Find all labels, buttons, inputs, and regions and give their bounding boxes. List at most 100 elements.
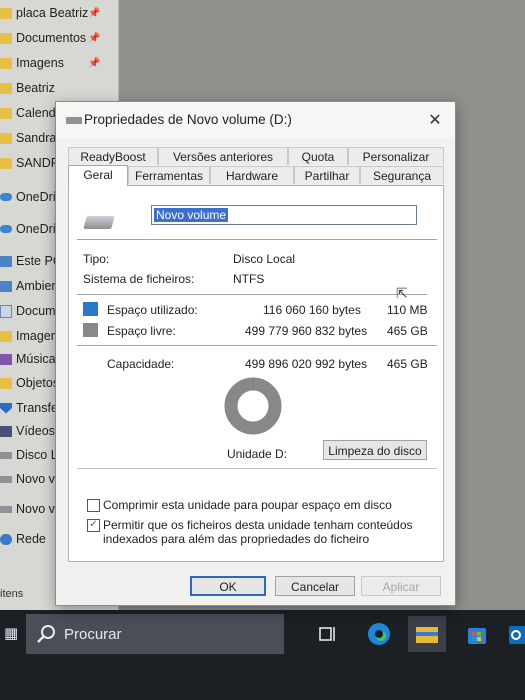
used-space-swatch: [83, 302, 98, 316]
capacity-bytes: 499 896 020 992 bytes: [245, 357, 368, 371]
filesystem-value: NTFS: [233, 272, 265, 286]
free-space-label: Espaço livre:: [107, 324, 176, 338]
tab-quota[interactable]: Quota: [288, 147, 348, 165]
pin-icon: 📌: [88, 57, 101, 69]
nav-item-label: Beatriz: [16, 81, 55, 95]
store-taskbar-button[interactable]: [458, 616, 496, 652]
drive-icon: [0, 505, 12, 513]
index-checkbox[interactable]: ✓: [87, 519, 100, 532]
music-icon: [0, 353, 12, 365]
tab-versoes-anteriores[interactable]: Versões anteriores: [158, 147, 288, 165]
volume-name-value[interactable]: Novo volume: [154, 208, 229, 222]
cancel-button[interactable]: Cancelar: [275, 576, 355, 596]
free-space-bytes: 499 779 960 832 bytes: [245, 324, 368, 338]
compress-label: Comprimir esta unidade para poupar espaç…: [103, 498, 392, 512]
down-icon: [0, 402, 12, 414]
task-view-icon: [319, 627, 335, 641]
nav-item[interactable]: placa Beatriz 📌: [0, 2, 118, 24]
file-explorer-taskbar-button[interactable]: [408, 616, 446, 652]
separator: [77, 294, 427, 295]
pin-icon: 📌: [88, 7, 101, 19]
ok-button[interactable]: OK: [190, 576, 266, 596]
nav-item[interactable]: Imagens 📌: [0, 52, 118, 74]
windows-start-icon[interactable]: ▦: [4, 624, 18, 642]
tab-ferramentas[interactable]: Ferramentas: [128, 166, 210, 184]
apply-button: Aplicar: [361, 576, 441, 596]
free-space-ring: [224, 377, 282, 435]
cloud-icon: [0, 225, 12, 233]
index-label-line2: indexados para além das propriedades do …: [103, 532, 370, 546]
video-icon: [0, 425, 12, 437]
tab-personalizar[interactable]: Personalizar: [348, 147, 444, 165]
tab-readyboost[interactable]: ReadyBoost: [68, 147, 158, 165]
capacity-donut-chart: [224, 377, 282, 435]
disk-cleanup-button[interactable]: Limpeza do disco: [323, 440, 427, 460]
free-space-size: 465 GB: [387, 324, 428, 338]
nav-item-label: Vídeos: [16, 424, 55, 438]
folder-icon: [0, 7, 12, 19]
capacity-size: 465 GB: [387, 357, 428, 371]
tab-partilhar[interactable]: Partilhar: [294, 166, 360, 184]
used-space-size: 110 MB: [387, 303, 428, 317]
index-label-line1: Permitir que os ficheiros desta unidade …: [103, 518, 413, 532]
drive-letter-label: Unidade D:: [227, 447, 288, 461]
volume-name-input[interactable]: Novo volume: [151, 205, 417, 225]
taskbar-search-box[interactable]: Procurar: [26, 614, 284, 654]
free-space-swatch: [83, 323, 98, 337]
used-space-bytes: 116 060 160 bytes: [263, 303, 361, 317]
folder-icon: [0, 330, 12, 342]
nav-item-label: placa Beatriz: [16, 6, 89, 20]
nav-item-label: Disco L: [16, 448, 58, 462]
outlook-taskbar-button[interactable]: [504, 616, 525, 652]
general-tab-panel: Novo volume Tipo: Disco Local Sistema de…: [68, 185, 444, 562]
folder-icon: [0, 377, 12, 389]
close-button[interactable]: ✕: [421, 107, 449, 133]
pin-icon: 📌: [88, 32, 101, 44]
tab-seguranca[interactable]: Segurança: [360, 166, 444, 184]
capacity-label: Capacidade:: [107, 357, 175, 371]
folder-icon: [0, 107, 12, 119]
outlook-icon: [508, 626, 525, 644]
folder-icon: [0, 57, 12, 69]
tab-hardware[interactable]: Hardware: [210, 166, 294, 184]
dialog-title: Propriedades de Novo volume (D:): [84, 112, 292, 127]
nav-item[interactable]: Beatriz: [0, 77, 118, 99]
drive-icon: [0, 475, 12, 483]
separator: [77, 468, 437, 469]
folder-icon: [0, 157, 12, 169]
separator: [77, 345, 437, 346]
type-value: Disco Local: [233, 252, 296, 266]
separator: [77, 239, 437, 240]
drive-icon: [66, 117, 82, 124]
nav-item-label: Ambien: [16, 279, 59, 293]
tab-geral[interactable]: Geral: [68, 165, 128, 186]
cloud-icon: [0, 193, 12, 201]
properties-dialog: Propriedades de Novo volume (D:) ✕ Ready…: [55, 101, 456, 606]
folder-icon: [0, 32, 12, 44]
drive-icon: [0, 451, 12, 459]
net-icon: [0, 533, 12, 545]
nav-item-label: Docum: [16, 304, 56, 318]
search-placeholder: Procurar: [64, 625, 122, 643]
mouse-cursor-icon: ⇱: [396, 285, 408, 301]
task-view-button[interactable]: [308, 616, 346, 652]
nav-item-label: Imagens: [16, 56, 64, 70]
nav-item-label: Sandra: [16, 131, 57, 145]
nav-item-label: Rede: [16, 532, 46, 546]
pc-icon: [0, 280, 12, 292]
nav-item-label: Documentos: [16, 31, 87, 45]
used-space-label: Espaço utilizado:: [107, 303, 198, 317]
drive-icon: [83, 216, 115, 229]
taskbar: ▦ Procurar: [0, 610, 525, 700]
status-bar-item-count: itens: [0, 588, 24, 600]
nav-item-label: Música: [16, 352, 56, 366]
nav-item-label: Imagen: [16, 329, 58, 343]
nav-item[interactable]: Documentos 📌: [0, 27, 118, 49]
edge-taskbar-button[interactable]: [360, 616, 398, 652]
nav-item-label: Objetos: [16, 376, 60, 390]
pc-icon: [0, 255, 12, 267]
folder-icon: [0, 132, 12, 144]
file-explorer-icon: [416, 627, 438, 643]
compress-checkbox[interactable]: [87, 499, 100, 512]
nav-item-label: SANDR: [16, 156, 60, 170]
